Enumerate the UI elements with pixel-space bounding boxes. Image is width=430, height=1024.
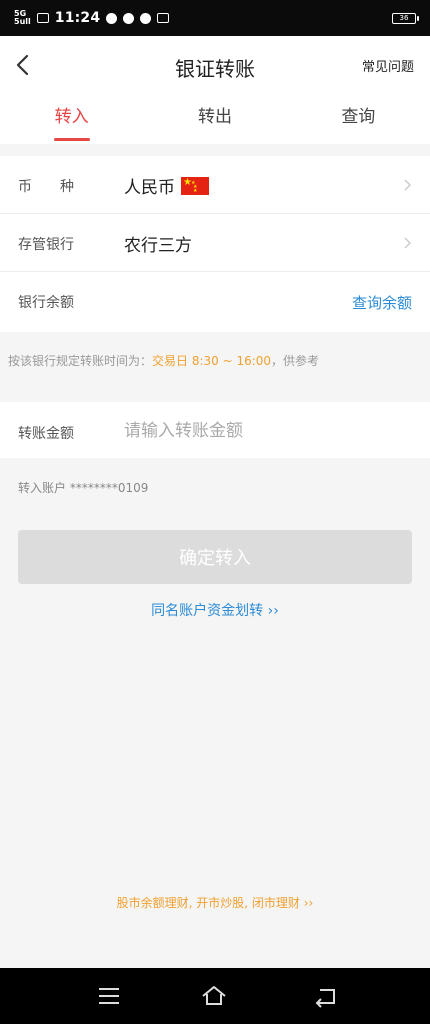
status-bar: 5G 5ull 11:24 36	[0, 0, 430, 36]
hd-icon	[36, 13, 49, 23]
battery-icon: 36	[392, 12, 419, 24]
status-right: 36	[392, 12, 419, 24]
battery-level: 36	[399, 13, 409, 22]
confirm-transfer-button[interactable]: 确定转入	[18, 530, 412, 584]
account-line: 转入账户 ********0109	[18, 479, 148, 496]
tab-transfer-out[interactable]: 转出	[143, 96, 286, 144]
bank-label: 存管银行	[18, 237, 74, 253]
account-label: 转入账户	[18, 481, 67, 495]
menu-icon	[99, 988, 119, 1004]
app-icon	[140, 12, 152, 24]
gallery-icon	[157, 13, 170, 23]
currency-row[interactable]: 币种 人民币 ★ ★ ★ ★	[0, 156, 430, 214]
currency-value-wrap: 人民币 ★ ★ ★ ★	[124, 173, 209, 198]
chevron-right-icon	[404, 237, 412, 249]
bank-value: 农行三方	[124, 236, 192, 256]
notification-icon	[106, 12, 118, 24]
bank-row[interactable]: 存管银行 农行三方	[0, 214, 430, 272]
notice-suffix: ，供参考	[271, 354, 320, 368]
amount-card: 转账金额	[0, 402, 430, 458]
chevron-right-icon	[404, 179, 412, 191]
china-flag-icon: ★ ★ ★ ★	[181, 176, 209, 195]
status-time: 11:24	[54, 10, 101, 26]
home-icon	[202, 986, 226, 1005]
signal-bottom-text: 5ull	[14, 17, 31, 26]
back-icon	[315, 989, 335, 1008]
tab-bar: 转入 转出 查询	[0, 96, 430, 144]
balance-label: 银行余额	[18, 295, 74, 311]
amount-label: 转账金额	[18, 426, 74, 442]
home-button[interactable]	[200, 984, 228, 1008]
info-card: 币种 人民币 ★ ★ ★ ★ 存管银行 农行三方 银行余额 查询余额	[0, 156, 430, 332]
status-left: 5G 5ull 11:24	[14, 10, 170, 26]
faq-link[interactable]: 常见问题	[362, 56, 414, 75]
signal-icon: 5G 5ull	[14, 10, 31, 26]
screen: 5G 5ull 11:24 36 银证转账 常见问题 转入 转出 查询 币种 人…	[0, 0, 430, 1024]
notice-prefix: 按该银行规定转账时间为：	[8, 354, 153, 368]
promo-link[interactable]: 股市余额理财, 开市炒股, 闭市理财 ››	[0, 894, 430, 911]
balance-row: 银行余额 查询余额	[0, 272, 430, 330]
account-number: ********0109	[69, 481, 149, 495]
tab-transfer-in[interactable]: 转入	[0, 96, 143, 144]
tab-query[interactable]: 查询	[287, 96, 430, 144]
currency-label: 币种	[18, 179, 102, 195]
bank-value-wrap: 农行三方	[124, 231, 192, 256]
same-name-transfer-link[interactable]: 同名账户资金划转 ››	[0, 600, 430, 620]
header: 银证转账 常见问题	[0, 36, 430, 96]
query-balance-link[interactable]: 查询余额	[352, 292, 412, 313]
amount-input[interactable]	[124, 416, 404, 446]
menu-button[interactable]	[96, 984, 124, 1008]
transfer-time-notice: 按该银行规定转账时间为：交易日 8:30 ~ 16:00，供参考	[8, 352, 319, 369]
notice-highlight: 交易日 8:30 ~ 16:00	[152, 354, 272, 368]
back-nav-button[interactable]	[312, 984, 340, 1008]
message-icon	[123, 12, 135, 24]
currency-value: 人民币	[124, 178, 175, 198]
system-nav-bar	[0, 968, 430, 1024]
